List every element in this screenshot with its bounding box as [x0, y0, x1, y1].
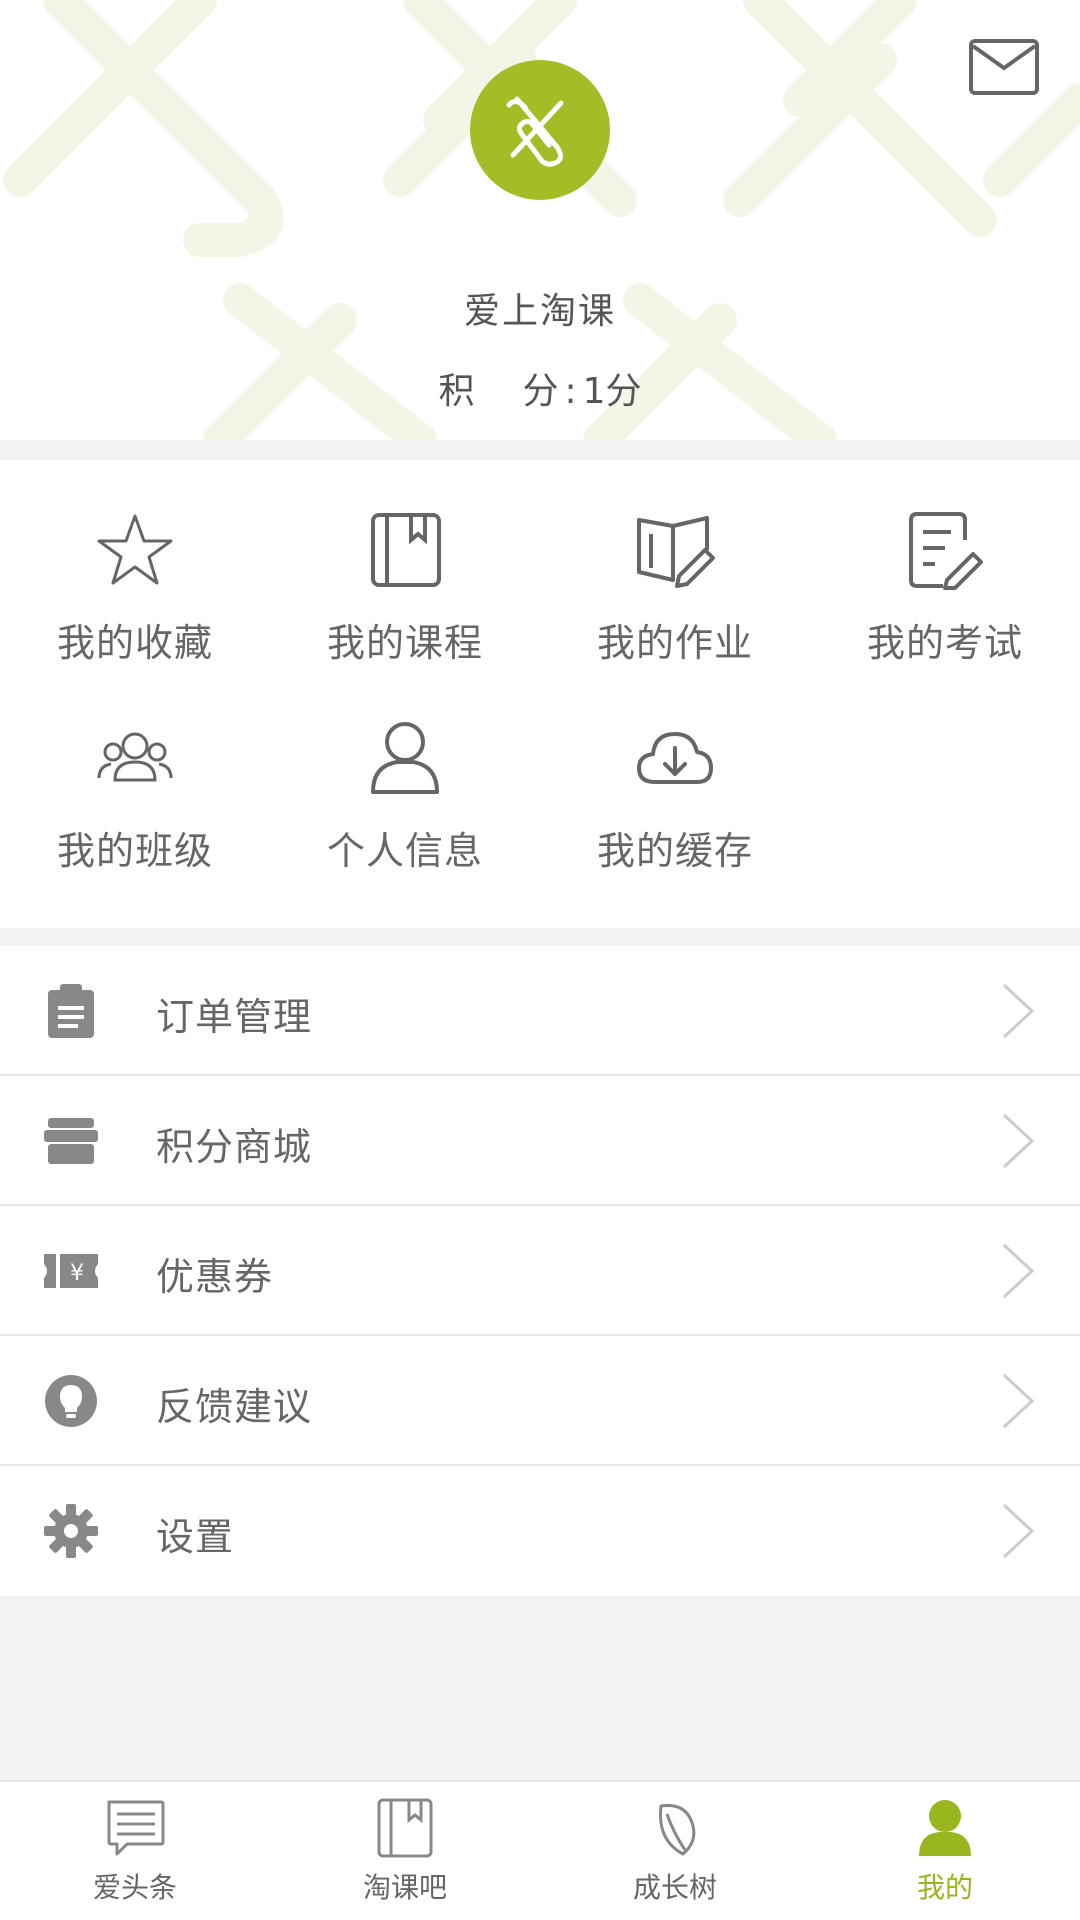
grid-item-courses[interactable]: 我的课程 [270, 510, 540, 710]
star-icon [97, 514, 173, 585]
list-item-coupons[interactable]: ¥ 优惠券 [0, 1206, 1080, 1336]
grid-item-exams[interactable]: 我的考试 [810, 510, 1080, 710]
list-item-orders[interactable]: 订单管理 [0, 946, 1080, 1076]
tab-news[interactable]: 爱头条 [0, 1782, 270, 1920]
chevron-right-icon [1002, 1373, 1035, 1429]
tab-courses[interactable]: 淘课吧 [270, 1782, 540, 1920]
tab-label: 爱头条 [92, 1871, 177, 1904]
grid-item-label: 我的收藏 [56, 621, 213, 665]
menu-list: 订单管理 积分商城 ¥ 优惠券 反馈建议 设置 [0, 946, 1080, 1596]
list-item-settings[interactable]: 设置 [0, 1466, 1080, 1596]
list-item-label: 订单管理 [156, 995, 313, 1039]
clipboard-icon [48, 984, 94, 1038]
mail-icon[interactable] [968, 38, 1040, 96]
grid-item-cache[interactable]: 我的缓存 [540, 718, 810, 918]
grid-item-favorites[interactable]: 我的收藏 [0, 510, 270, 710]
svg-text:¥: ¥ [70, 1261, 84, 1286]
profile-page: 爱上淘课 积 分:1分 我的收藏 我的课程 我的作业 我的考试 我的班级 个人信… [0, 0, 1080, 1920]
lightbulb-icon [45, 1375, 97, 1427]
cloud-download-icon [637, 732, 713, 784]
list-item-points-mall[interactable]: 积分商城 [0, 1076, 1080, 1206]
grid-item-label: 我的缓存 [596, 829, 753, 873]
tab-label: 我的 [916, 1871, 973, 1904]
points-value: 1分 [582, 371, 642, 412]
coupon-icon: ¥ [44, 1254, 98, 1288]
chevron-right-icon [1002, 1503, 1035, 1559]
grid-item-profile-info[interactable]: 个人信息 [270, 718, 540, 918]
paperclip-x-logo-icon [506, 96, 564, 167]
grid-item-label: 个人信息 [326, 829, 483, 873]
points-display: 积 分:1分 [0, 362, 1080, 414]
list-item-label: 反馈建议 [156, 1385, 313, 1429]
book-icon [377, 1798, 433, 1858]
username: 爱上淘课 [463, 291, 616, 332]
user-icon [919, 1800, 971, 1856]
grid-item-class[interactable]: 我的班级 [0, 718, 270, 918]
paper-pen-icon [909, 512, 983, 590]
tab-label: 淘课吧 [362, 1871, 447, 1904]
grid-item-label: 我的作业 [596, 621, 753, 665]
tab-mine[interactable]: 我的 [810, 1782, 1080, 1920]
open-book-pen-icon [637, 516, 715, 588]
shortcut-grid: 我的收藏 我的课程 我的作业 我的考试 我的班级 个人信息 我的缓存 [0, 460, 1080, 928]
list-item-label: 积分商城 [156, 1125, 313, 1169]
profile-header: 爱上淘课 积 分:1分 [0, 0, 1080, 440]
list-item-label: 优惠券 [156, 1255, 274, 1299]
gear-icon [44, 1504, 98, 1558]
list-item-feedback[interactable]: 反馈建议 [0, 1336, 1080, 1466]
grid-item-label: 我的课程 [326, 621, 483, 665]
group-icon [97, 732, 173, 782]
tab-growth-tree[interactable]: 成长树 [540, 1782, 810, 1920]
person-icon [371, 722, 439, 794]
chat-news-icon [107, 1800, 165, 1856]
avatar[interactable] [470, 60, 610, 200]
bottom-tab-bar: 爱头条 淘课吧 成长树 我的 [0, 1780, 1080, 1920]
points-label: 积 分: [438, 371, 583, 412]
tab-label: 成长树 [632, 1871, 717, 1904]
leaf-icon [658, 1803, 696, 1856]
store-icon [44, 1118, 98, 1164]
chevron-right-icon [1002, 1113, 1035, 1169]
grid-item-label: 我的考试 [866, 621, 1023, 665]
list-item-label: 设置 [156, 1515, 235, 1559]
chevron-right-icon [1002, 1243, 1035, 1299]
grid-item-label: 我的班级 [56, 829, 213, 873]
book-icon [371, 513, 441, 587]
chevron-right-icon [1002, 983, 1035, 1039]
grid-item-homework[interactable]: 我的作业 [540, 510, 810, 710]
